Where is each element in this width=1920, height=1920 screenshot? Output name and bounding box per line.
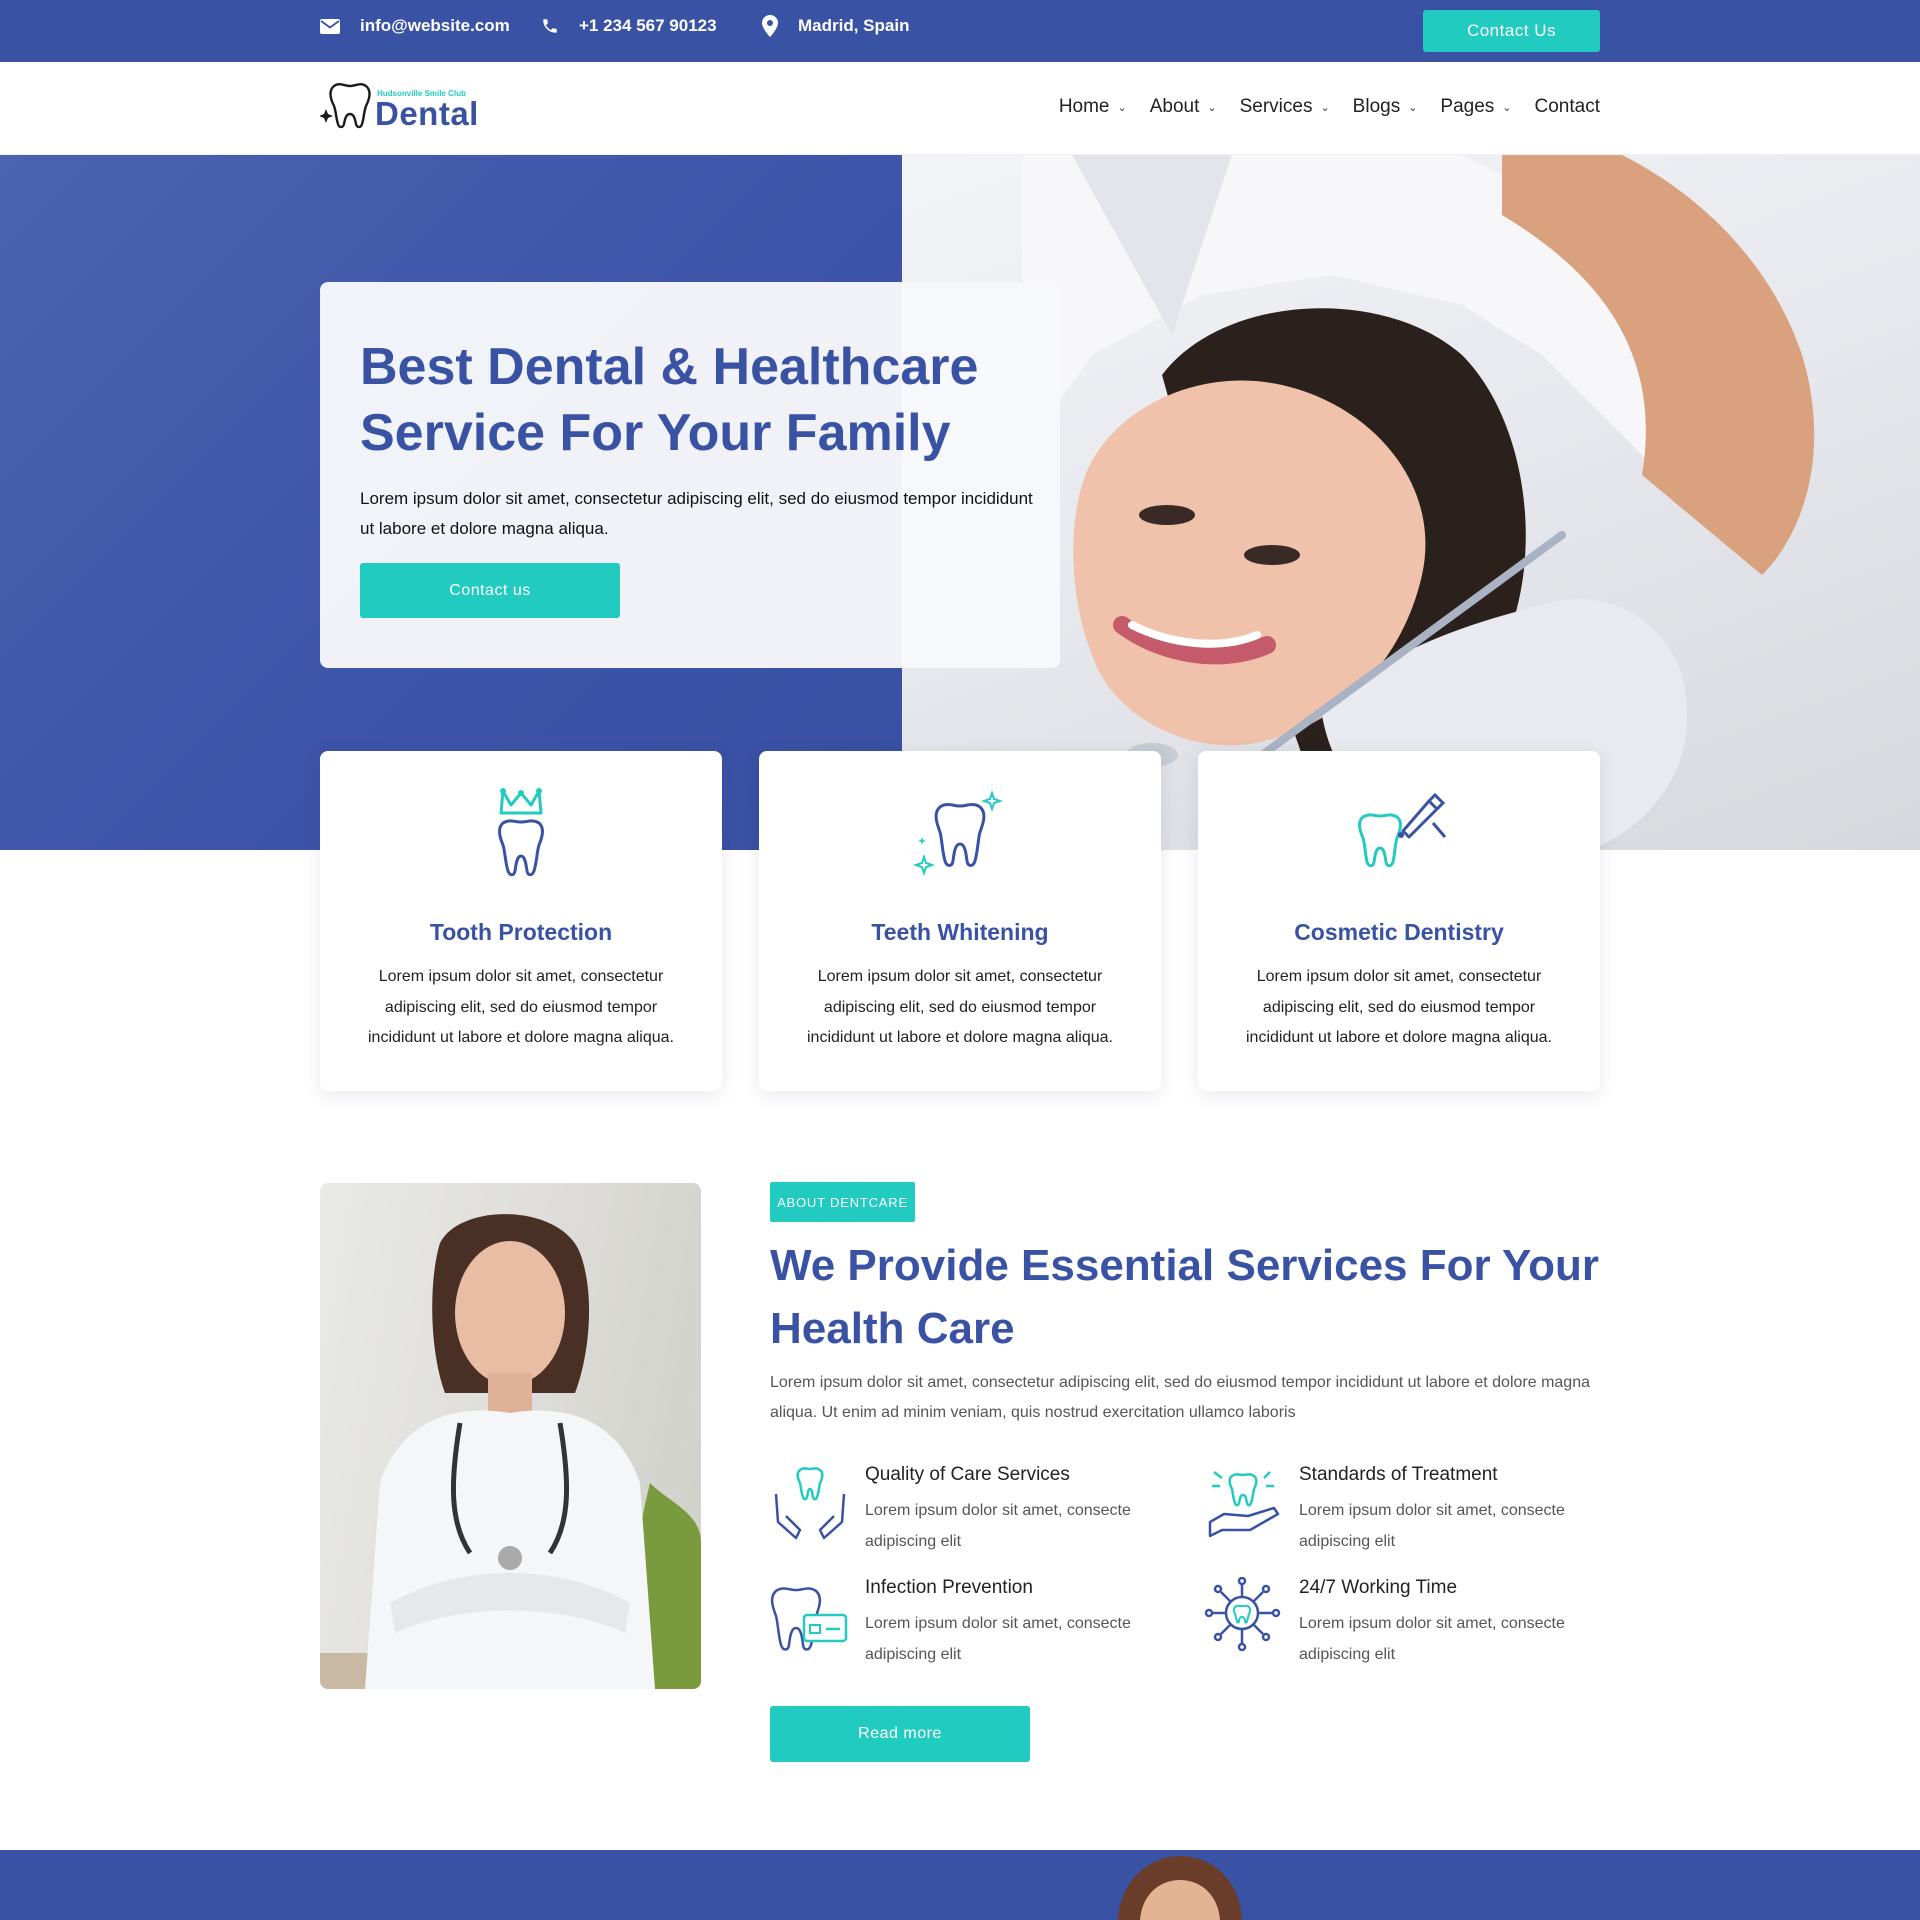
site-header: [0, 62, 1920, 155]
email-link[interactable]: info@website.com: [320, 0, 510, 52]
nav-item-contact[interactable]: Contact: [1535, 96, 1600, 118]
chevron-down-icon: ⌄: [1207, 101, 1217, 114]
service-standards-of-treatment: Standards of Treatment Lorem ipsum dolor…: [1204, 1464, 1565, 1564]
nav-item-about[interactable]: About ⌄: [1150, 96, 1217, 118]
phone-text: +1 234 567 90123: [579, 16, 717, 35]
nav-label: Pages: [1440, 96, 1495, 117]
service-title: Quality of Care Services: [865, 1464, 1070, 1485]
tooth-hand-icon: [1208, 1471, 1280, 1538]
map-pin-icon: [762, 15, 778, 37]
tooth-crown-icon: [498, 788, 544, 877]
tooth-logo-icon: [320, 83, 371, 129]
service-title: Standards of Treatment: [1299, 1464, 1498, 1485]
read-more-button[interactable]: Read more: [770, 1706, 1030, 1762]
contact-us-button[interactable]: Contact Us: [1423, 10, 1600, 52]
location-link[interactable]: Madrid, Spain: [762, 0, 909, 52]
service-text: Lorem ipsum dolor sit amet, consecte adi…: [865, 1615, 1131, 1663]
feature-card-tooth-protection[interactable]: Tooth Protection Lorem ipsum dolor sit a…: [320, 751, 722, 1091]
main-nav: Home ⌄ About ⌄ Services ⌄ Blogs ⌄ Pages ⌄ Con…: [1036, 96, 1600, 118]
service-text: Lorem ipsum dolor sit amet, consecte adi…: [1299, 1615, 1565, 1663]
feature-title: Tooth Protection: [429, 919, 613, 945]
nav-label: About: [1149, 96, 1200, 117]
nav-label: Contact: [1534, 96, 1600, 117]
nav-item-pages[interactable]: Pages ⌄: [1440, 96, 1511, 118]
chevron-down-icon: ⌄: [1320, 101, 1330, 114]
logo[interactable]: Hudsonville Smile Club Dental: [320, 80, 490, 132]
about-badge: ABOUT DENTCARE: [770, 1182, 915, 1222]
nav-label: Services: [1239, 96, 1313, 117]
feature-card-cosmetic-dentistry[interactable]: Cosmetic Dentistry Lorem ipsum dolor sit…: [1198, 751, 1600, 1091]
feature-text: Lorem ipsum dolor sit amet, consectetur …: [1246, 968, 1552, 1046]
tooth-card-icon: [770, 1587, 848, 1651]
service-title: Infection Prevention: [865, 1577, 1033, 1598]
nav-item-services[interactable]: Services ⌄: [1240, 96, 1330, 118]
envelope-icon: [320, 18, 340, 34]
feature-title: Cosmetic Dentistry: [1294, 919, 1504, 945]
service-title: 24/7 Working Time: [1299, 1577, 1458, 1598]
about-description: Lorem ipsum dolor sit amet, consectetur …: [770, 1374, 1590, 1421]
tooth-network-icon: [1204, 1577, 1281, 1652]
next-section-band: [0, 1850, 1920, 1920]
doctor-illustration: [320, 1214, 701, 1689]
service-24-7-working-time: 24/7 Working Time Lorem ipsum dolor sit …: [1204, 1577, 1565, 1677]
service-text: Lorem ipsum dolor sit amet, consecte adi…: [1299, 1502, 1565, 1550]
feature-text: Lorem ipsum dolor sit amet, consectetur …: [807, 968, 1113, 1046]
nav-item-home[interactable]: Home ⌄: [1059, 96, 1127, 118]
chevron-down-icon: ⌄: [1408, 101, 1418, 114]
service-infection-prevention: Infection Prevention Lorem ipsum dolor s…: [770, 1577, 1131, 1677]
page: info@website.com +1 234 567 90123 Madrid…: [0, 0, 1920, 1920]
top-bar: info@website.com +1 234 567 90123 Madrid…: [0, 0, 1920, 62]
logo-brand: Dental: [375, 95, 479, 132]
hero-contact-button[interactable]: Contact us: [360, 563, 620, 618]
phone-link[interactable]: +1 234 567 90123: [541, 0, 717, 52]
nav-label: Home: [1058, 96, 1110, 117]
hero-title: Best Dental & Healthcare Service For You…: [360, 338, 979, 462]
nav-item-blogs[interactable]: Blogs ⌄: [1353, 96, 1418, 118]
service-quality-of-care: Quality of Care Services Lorem ipsum dol…: [770, 1464, 1131, 1564]
about-title: We Provide Essential Services For Your H…: [770, 1241, 1600, 1353]
feature-card-teeth-whitening[interactable]: Teeth Whitening Lorem ipsum dolor sit am…: [759, 751, 1161, 1091]
chevron-down-icon: ⌄: [1502, 101, 1512, 114]
service-text: Lorem ipsum dolor sit amet, consecte adi…: [865, 1502, 1131, 1550]
phone-icon: [543, 19, 557, 33]
nav-label: Blogs: [1352, 96, 1401, 117]
doctor-photo: [320, 1183, 701, 1689]
email-text: info@website.com: [360, 16, 510, 35]
tooth-hands-icon: [774, 1467, 846, 1540]
tooth-sparkle-icon: [912, 789, 1004, 877]
chevron-down-icon: ⌄: [1117, 101, 1127, 114]
location-text: Madrid, Spain: [798, 16, 910, 35]
person-head-illustration: [1118, 1856, 1242, 1920]
tooth-drill-icon: [1358, 792, 1447, 868]
feature-title: Teeth Whitening: [871, 919, 1049, 945]
feature-text: Lorem ipsum dolor sit amet, consectetur …: [368, 968, 674, 1046]
hero-description: Lorem ipsum dolor sit amet, consectetur …: [360, 489, 1033, 538]
